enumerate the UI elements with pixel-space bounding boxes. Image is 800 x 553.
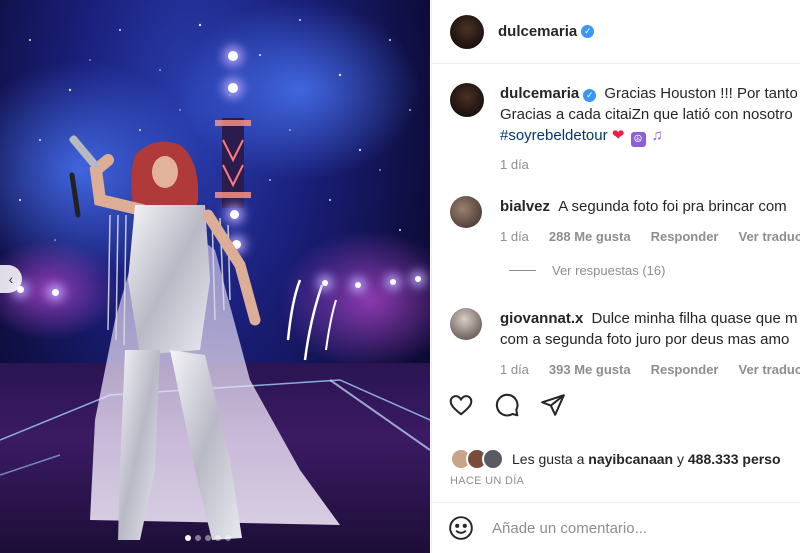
comment-time[interactable]: 1 día [500,362,529,377]
peace-emoji: ☮ [630,132,646,147]
post-header: dulcemaria ✓ [432,0,800,64]
caption-text-line2: Gracias a cada citaiZn que latió con nos… [500,106,793,123]
view-replies-button[interactable]: Ver respuestas (16) [509,263,665,278]
comment-username[interactable]: bialvez [500,198,550,215]
carousel-dot [185,535,191,541]
view-replies-label: Ver respuestas (16) [552,263,666,278]
music-notes-emoji: ♫ [651,127,663,144]
comment-icon[interactable] [494,392,520,418]
add-comment-bar: Añade un comentario... [432,502,800,553]
author-username[interactable]: dulcemaria [498,23,577,40]
comment-likes[interactable]: 288 Me gusta [549,229,631,244]
liker-avatar [482,448,504,470]
carousel-dot [205,535,211,541]
comment-content: bialvez A segunda foto foi pra brincar c… [500,196,800,244]
caption-content: dulcemaria ✓ Gracias Houston !!! Por tant… [500,83,798,172]
performer-figure [69,135,340,540]
verified-badge-icon: ✓ [583,89,597,102]
comment-input[interactable]: Añade un comentario... [492,520,647,537]
comment-time[interactable]: 1 día [500,229,529,244]
likes-prefix: Les gusta a [512,451,585,467]
caption-time: 1 día [500,157,529,172]
verified-badge-icon: ✓ [581,25,595,38]
author-avatar[interactable] [450,14,484,49]
comment-text: Dulce minha filha quase que m [591,310,798,327]
reply-button[interactable]: Responder [651,229,719,244]
caption-username[interactable]: dulcemaria [500,85,579,102]
carousel-dot [225,535,231,541]
post-actions [448,392,566,418]
post-photo: ‹ [0,0,430,553]
post-timestamp[interactable]: HACE UN DÍA [450,475,524,487]
translate-button[interactable]: Ver traducción [738,229,800,244]
commenter-avatar[interactable] [450,196,482,228]
comment-item: bialvez A segunda foto foi pra brincar c… [450,196,800,244]
caption-author-avatar[interactable] [450,83,484,117]
likes-count[interactable]: 488.333 perso [688,451,781,467]
likes-user[interactable]: nayibcanaan [588,451,673,467]
commenter-avatar[interactable] [450,308,482,340]
likes-summary[interactable]: Les gusta a nayibcanaan y 488.333 perso [450,448,781,470]
comment-content: giovannat.x Dulce minha filha quase que … [500,308,800,377]
share-icon[interactable] [540,392,566,418]
translate-button[interactable]: Ver traducción [738,362,800,377]
replies-divider [509,270,536,271]
likes-text: Les gusta a nayibcanaan y 488.333 perso [512,451,781,467]
carousel-dot [195,535,201,541]
comment-likes[interactable]: 393 Me gusta [549,362,631,377]
chevron-left-icon: ‹ [8,271,14,287]
carousel-dots [185,535,231,541]
carousel-dot [215,535,221,541]
caption-text-line1: Gracias Houston !!! Por tanto [604,85,798,102]
caption-row: dulcemaria ✓ Gracias Houston !!! Por tant… [450,83,800,172]
comments-scroll-area[interactable]: dulcemaria ✓ Gracias Houston !!! Por tant… [432,65,800,390]
post-side-panel: dulcemaria ✓ dulcemaria ✓ Gracias Houston… [431,0,800,553]
comment-text-line2: com a segunda foto juro por deus mas amo [500,331,790,348]
comment-username[interactable]: giovannat.x [500,310,583,327]
caption-hashtag[interactable]: #soyrebeldetour [500,127,608,144]
red-heart-emoji: ❤ [611,127,625,144]
reply-button[interactable]: Responder [651,362,719,377]
comment-text: A segunda foto foi pra brincar com [558,198,787,215]
heart-icon[interactable] [448,392,474,418]
comment-item: giovannat.x Dulce minha filha quase que … [450,308,800,377]
emoji-icon[interactable] [448,515,474,541]
likes-connector: y [677,451,684,467]
